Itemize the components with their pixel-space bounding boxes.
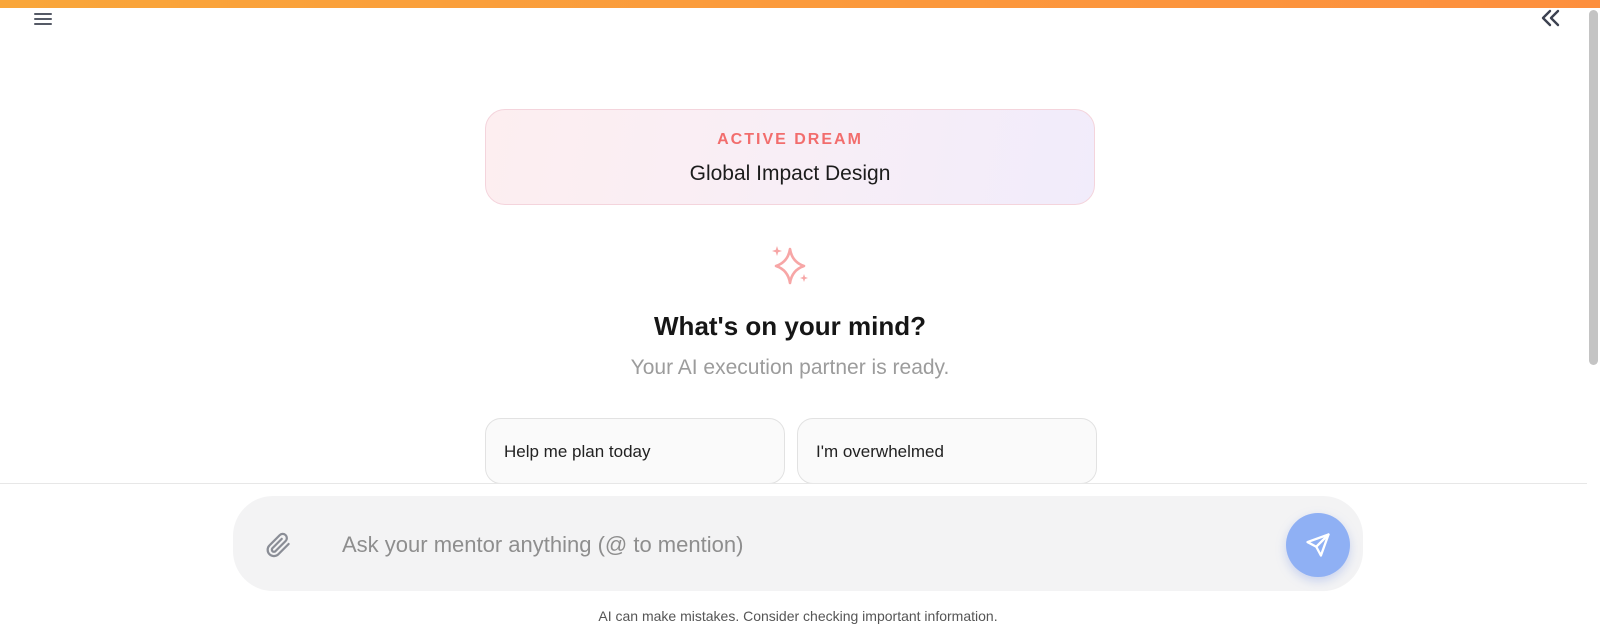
active-dream-label: ACTIVE DREAM: [717, 131, 863, 148]
scrollbar-thumb[interactable]: [1589, 10, 1598, 365]
paperclip-icon: [266, 532, 290, 558]
ai-disclaimer: AI can make mistakes. Consider checking …: [598, 608, 998, 624]
attach-button[interactable]: [262, 528, 294, 562]
suggestion-overwhelmed[interactable]: I'm overwhelmed: [797, 418, 1097, 484]
active-dream-card[interactable]: ACTIVE DREAM Global Impact Design: [485, 109, 1095, 205]
sparkles-icon: [772, 246, 808, 285]
welcome-subtitle: Your AI execution partner is ready.: [630, 356, 950, 379]
collapse-panel-button[interactable]: [1536, 6, 1564, 30]
suggestion-plan-today[interactable]: Help me plan today: [485, 418, 785, 484]
send-button[interactable]: [1286, 513, 1350, 577]
welcome-title: What's on your mind?: [654, 311, 926, 341]
double-chevron-left-icon: [1541, 9, 1560, 27]
active-dream-title: Global Impact Design: [689, 162, 891, 185]
app-window: ACTIVE DREAM Global Impact Design What's…: [0, 0, 1600, 635]
send-icon: [1306, 533, 1330, 557]
hamburger-menu-icon: [34, 13, 52, 25]
message-input[interactable]: [340, 524, 1264, 566]
menu-button[interactable]: [30, 8, 56, 30]
top-accent-bar: [0, 0, 1600, 8]
